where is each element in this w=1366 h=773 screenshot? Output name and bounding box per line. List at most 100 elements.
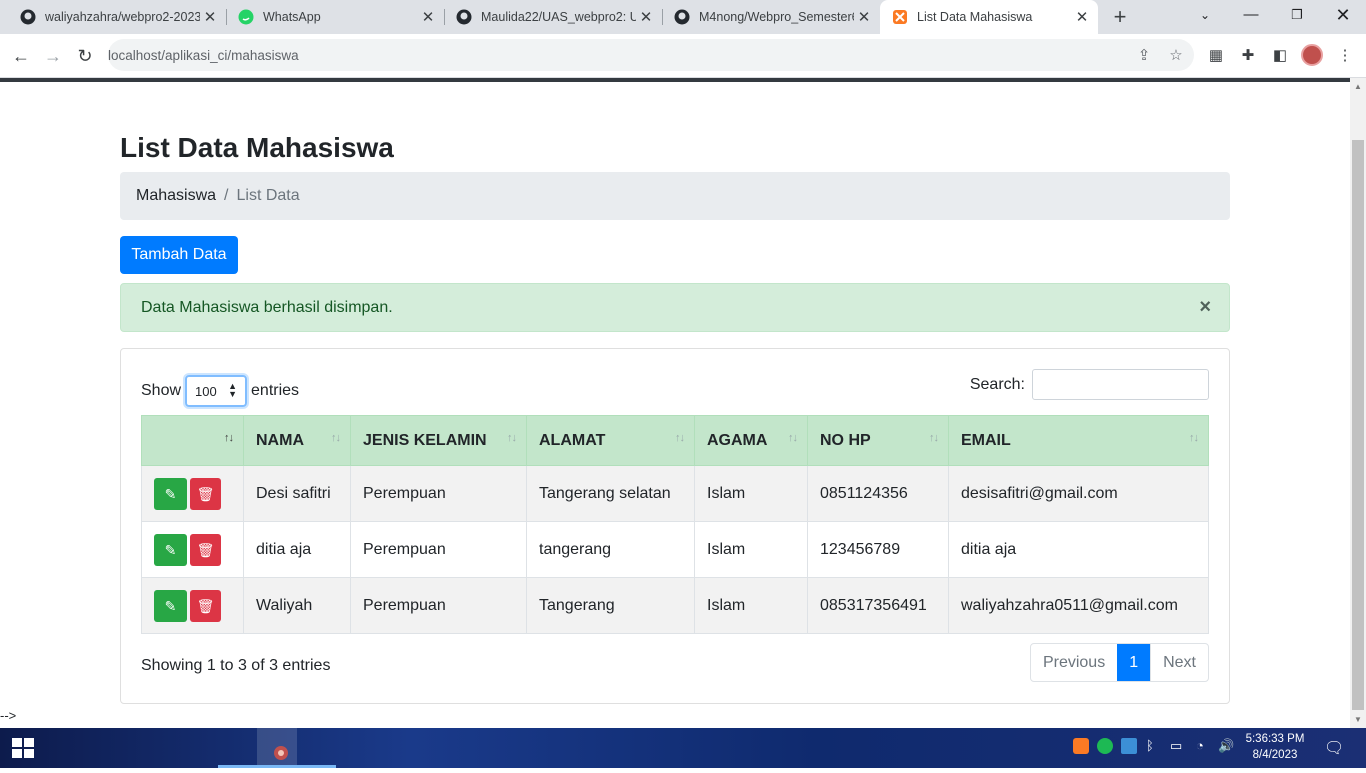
cell-no-hp: 123456789: [807, 521, 949, 578]
cell-agama: Islam: [694, 577, 808, 634]
stray-comment-text: -->: [0, 708, 17, 723]
column-header-label: EMAIL: [961, 431, 1011, 449]
column-header-label: NAMA: [256, 431, 304, 449]
edit-icon[interactable]: ✎: [154, 589, 187, 622]
taskbar-app-chrome[interactable]: [257, 728, 297, 768]
reload-icon[interactable]: ↻: [72, 43, 98, 69]
page-title: List Data Mahasiswa: [120, 132, 394, 163]
app-tray-icon[interactable]: [1121, 738, 1137, 754]
row-actions: ✎ 🗑: [141, 465, 244, 522]
whatsapp-icon: [238, 9, 254, 25]
mahasiswa-table: ↑↓ NAMA ↑↓ JENIS KELAMIN ↑↓ ALAMAT ↑↓ AGAMA…: [141, 415, 1209, 634]
breadcrumb-mahasiswa[interactable]: Mahasiswa: [136, 187, 216, 205]
column-header-no-hp[interactable]: NO HP ↑↓: [807, 415, 949, 466]
windows-start-icon[interactable]: [12, 738, 34, 758]
scrollbar-thumb[interactable]: [1352, 140, 1364, 710]
tambah-data-button[interactable]: Tambah Data: [120, 236, 238, 274]
search-control: Search:: [970, 369, 1209, 400]
volume-icon[interactable]: 🔊: [1218, 738, 1234, 758]
column-header-agama[interactable]: AGAMA ↑↓: [694, 415, 808, 466]
pagination-previous[interactable]: Previous: [1031, 644, 1117, 681]
success-alert: Data Mahasiswa berhasil disimpan. ×: [120, 283, 1230, 332]
trash-icon[interactable]: 🗑: [190, 477, 221, 510]
tab-uas-webpro2[interactable]: Maulida22/UAS_webpro2: UA ✕: [436, 0, 662, 34]
cell-email: ditia aja: [948, 521, 1209, 578]
minimize-icon[interactable]: —: [1228, 0, 1274, 34]
cell-nama: Waliyah: [243, 577, 351, 634]
scroll-down-arrow[interactable]: ▼: [1354, 715, 1362, 724]
share-icon[interactable]: ⇪: [1134, 46, 1154, 66]
cell-agama: Islam: [694, 465, 808, 522]
column-header-label: ALAMAT: [539, 431, 606, 449]
entries-label: entries: [251, 382, 300, 399]
windows-taskbar: ᛒ ▭ ◔ 🔊 5:36:33 PM 8/4/2023 🗨: [0, 728, 1366, 768]
notification-icon[interactable]: 🗨: [1324, 738, 1344, 758]
tab-webpro2[interactable]: waliyahzahra/webpro2-2023: ✕: [0, 0, 226, 34]
tab-webpro-semester6[interactable]: M4nong/Webpro_Semester6 ✕: [654, 0, 880, 34]
sort-icon: ↑↓: [507, 432, 517, 444]
tab-whatsapp[interactable]: WhatsApp ✕: [218, 0, 444, 34]
length-control: Show 100 ▲ ▼ entries: [141, 375, 299, 407]
trash-icon[interactable]: 🗑: [190, 533, 221, 566]
entries-select[interactable]: 100 ▲ ▼: [185, 375, 248, 407]
restore-icon[interactable]: ❐: [1274, 0, 1320, 34]
xampp-tray-icon[interactable]: [1073, 738, 1089, 754]
url-path: /aplikasi_ci/mahasiswa: [161, 47, 299, 63]
alert-close-icon[interactable]: ×: [1199, 284, 1211, 331]
column-header-label: NO HP: [820, 431, 871, 449]
pagination-page-1[interactable]: 1: [1117, 644, 1151, 681]
forward-icon[interactable]: →: [40, 43, 66, 69]
side-panel-icon[interactable]: ◧: [1270, 46, 1290, 66]
menu-kebab-icon[interactable]: ⋮: [1335, 46, 1355, 66]
back-icon[interactable]: ←: [8, 43, 34, 69]
alert-message: Data Mahasiswa berhasil disimpan.: [141, 299, 393, 316]
edit-icon[interactable]: ✎: [154, 477, 187, 510]
cell-jenis-kelamin: Perempuan: [350, 521, 527, 578]
browser-tab-bar: waliyahzahra/webpro2-2023: ✕ WhatsApp ✕ …: [0, 0, 1366, 34]
profile-avatar[interactable]: [1301, 44, 1323, 66]
cell-alamat: tangerang: [526, 521, 695, 578]
edit-icon[interactable]: ✎: [154, 533, 187, 566]
column-header-actions[interactable]: ↑↓: [141, 415, 244, 466]
page-scrollbar[interactable]: ▲ ▼: [1350, 78, 1366, 728]
trash-icon[interactable]: 🗑: [190, 589, 221, 622]
spotify-tray-icon[interactable]: [1097, 738, 1113, 754]
battery-icon[interactable]: ▭: [1170, 738, 1182, 758]
extensions-puzzle-icon[interactable]: ✚: [1238, 46, 1258, 66]
bluetooth-icon[interactable]: ᛒ: [1146, 738, 1154, 758]
search-label: Search:: [969, 375, 1025, 393]
new-tab-icon[interactable]: +: [1108, 4, 1132, 30]
taskbar-clock[interactable]: 5:36:33 PM 8/4/2023: [1242, 731, 1308, 763]
close-icon[interactable]: ✕: [636, 8, 656, 26]
address-bar[interactable]: i localhost/aplikasi_ci/mahasiswa ⇪ ☆: [108, 39, 1194, 361]
cell-no-hp: 0851124356: [807, 465, 949, 522]
column-header-label: JENIS KELAMIN: [363, 431, 487, 449]
tab-list-data-mahasiswa[interactable]: List Data Mahasiswa ✕: [880, 0, 1098, 34]
close-icon[interactable]: ✕: [1072, 8, 1092, 26]
row-actions: ✎ 🗑: [141, 577, 244, 634]
scroll-up-arrow[interactable]: ▲: [1354, 82, 1362, 91]
clock-date: 8/4/2023: [1252, 749, 1298, 761]
bookmark-star-icon[interactable]: ☆: [1166, 46, 1186, 66]
column-header-jenis-kelamin[interactable]: JENIS KELAMIN ↑↓: [350, 415, 527, 466]
tab-search-icon[interactable]: ⌄: [1182, 0, 1228, 34]
taskbar-app-1[interactable]: [218, 728, 258, 768]
taskbar-app-3[interactable]: [296, 728, 336, 768]
wifi-icon[interactable]: ◔: [1196, 738, 1204, 758]
close-icon[interactable]: ✕: [200, 8, 220, 26]
column-header-nama[interactable]: NAMA ↑↓: [243, 415, 351, 466]
tab-title: WhatsApp: [263, 10, 321, 24]
extension-calculator-icon[interactable]: ▦: [1206, 46, 1226, 66]
close-icon[interactable]: ✕: [418, 8, 438, 26]
search-input[interactable]: [1032, 369, 1209, 400]
column-header-label: AGAMA: [707, 431, 768, 449]
column-header-alamat[interactable]: ALAMAT ↑↓: [526, 415, 695, 466]
close-icon[interactable]: ✕: [854, 8, 874, 26]
sort-icon: ↑↓: [675, 432, 685, 444]
tab-title: waliyahzahra/webpro2-2023:: [45, 10, 200, 24]
github-icon: [674, 9, 690, 25]
pagination-next[interactable]: Next: [1150, 644, 1208, 681]
column-header-email[interactable]: EMAIL ↑↓: [948, 415, 1209, 466]
window-close-icon[interactable]: ✕: [1320, 0, 1366, 34]
cell-agama: Islam: [694, 521, 808, 578]
